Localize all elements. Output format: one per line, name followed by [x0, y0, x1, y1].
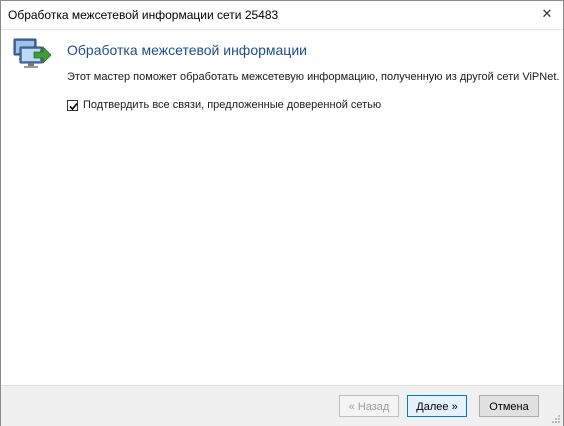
confirm-links-checkbox[interactable] — [67, 99, 78, 111]
confirm-links-label: Подтвердить все связи, предложенные дове… — [83, 99, 382, 111]
next-button[interactable]: Далее » — [407, 395, 467, 417]
wizard-footer: « Назад Далее » Отмена — [1, 385, 563, 426]
cancel-button[interactable]: Отмена — [479, 395, 539, 417]
close-button[interactable]: ✕ — [539, 6, 555, 22]
wizard-heading: Обработка межсетевой информации — [67, 42, 307, 58]
confirm-links-option[interactable]: Подтвердить все связи, предложенные дове… — [67, 98, 381, 112]
wizard-window: Обработка межсетевой информации сети 254… — [0, 0, 564, 426]
wizard-description: Этот мастер поможет обработать межсетеву… — [67, 71, 560, 83]
resize-grip-icon[interactable] — [551, 414, 561, 424]
back-button[interactable]: « Назад — [339, 395, 399, 417]
network-transfer-icon — [12, 37, 52, 73]
title-divider — [1, 29, 563, 30]
title-bar[interactable]: Обработка межсетевой информации сети 254… — [1, 1, 563, 29]
window-title: Обработка межсетевой информации сети 254… — [8, 8, 279, 22]
checkmark-icon — [69, 102, 78, 110]
